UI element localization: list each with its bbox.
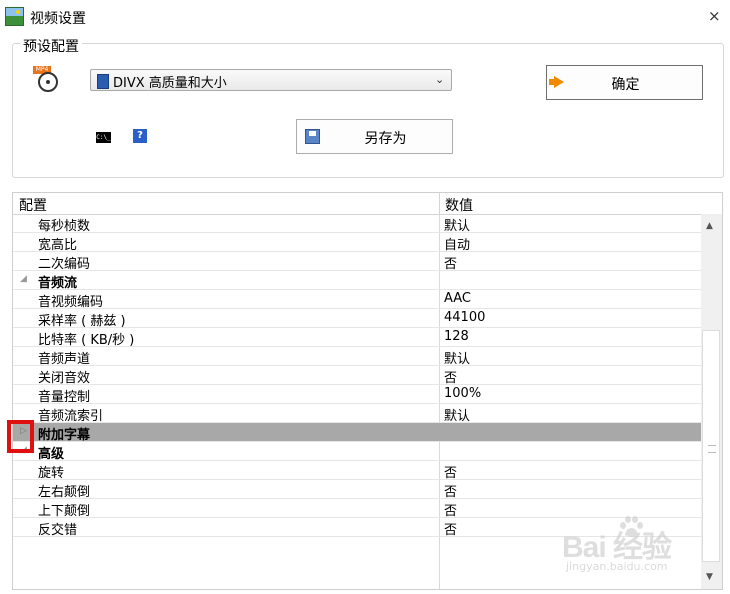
property-name: 比特率 ( KB/秒 ) xyxy=(38,333,135,348)
preset-group xyxy=(12,43,724,178)
chevron-down-icon[interactable]: ⌄ xyxy=(435,73,444,86)
property-row[interactable]: 每秒桢数 默认 xyxy=(13,214,701,234)
property-name: 旋转 xyxy=(38,466,65,481)
watermark-url: jingyan.baidu.com xyxy=(566,560,668,573)
property-row[interactable]: 音频声道 默认 xyxy=(13,347,701,367)
property-name: 音视频编码 xyxy=(38,295,104,310)
grid-header: 配置 数值 xyxy=(13,193,722,215)
column-header-config[interactable]: 配置 xyxy=(19,195,47,215)
property-value[interactable]: 否 xyxy=(444,367,457,386)
property-row[interactable]: 音量控制 100% xyxy=(13,385,701,405)
command-prompt-icon[interactable]: C:\_ xyxy=(96,132,111,143)
expanded-triangle-icon[interactable]: ◢ xyxy=(20,274,27,284)
ok-button[interactable]: 确定 xyxy=(546,65,703,100)
property-value[interactable]: 否 xyxy=(444,481,457,500)
close-icon[interactable]: × xyxy=(708,7,721,25)
help-icon[interactable]: ? xyxy=(133,129,147,143)
column-header-value[interactable]: 数值 xyxy=(445,195,473,215)
app-icon xyxy=(5,7,24,26)
property-value[interactable]: 默认 xyxy=(444,348,470,367)
property-value[interactable]: 128 xyxy=(444,329,469,344)
property-name: 上下颠倒 xyxy=(38,504,91,519)
category-row[interactable]: ◢ 高级 xyxy=(13,442,701,462)
film-icon xyxy=(97,74,109,89)
property-name: 音频流索引 xyxy=(38,409,104,424)
preset-dropdown[interactable]: DIVX 高质量和大小 ⌄ xyxy=(90,69,452,91)
property-name: 音频声道 xyxy=(38,352,91,367)
property-row[interactable]: 旋转 否 xyxy=(13,461,701,481)
property-name: 每秒桢数 xyxy=(38,219,91,234)
category-row[interactable]: ◢ 音频流 xyxy=(13,271,701,291)
property-row[interactable]: 采样率 ( 赫兹 ) 44100 xyxy=(13,309,701,329)
property-name: 音量控制 xyxy=(38,390,91,405)
scrollbar-grip-icon xyxy=(708,445,716,453)
property-name: 音频流 xyxy=(38,276,78,291)
property-value[interactable]: AAC xyxy=(444,291,471,306)
property-row[interactable]: 关闭音效 否 xyxy=(13,366,701,386)
property-value[interactable]: 否 xyxy=(444,462,457,481)
save-as-button-label: 另存为 xyxy=(364,131,407,147)
preset-group-legend: 预设配置 xyxy=(20,36,82,56)
preset-dropdown-value: DIVX 高质量和大小 xyxy=(113,76,227,91)
save-as-button[interactable]: 另存为 xyxy=(296,119,453,154)
property-value[interactable]: 自动 xyxy=(444,234,470,253)
title-bar: 视频设置 × xyxy=(0,0,730,32)
property-name: 采样率 ( 赫兹 ) xyxy=(38,314,126,329)
highlight-box xyxy=(7,420,34,453)
window-title: 视频设置 xyxy=(30,11,86,27)
property-name: 附加字幕 xyxy=(38,428,91,443)
ok-button-label: 确定 xyxy=(611,77,640,93)
property-row[interactable]: 比特率 ( KB/秒 ) 128 xyxy=(13,328,701,348)
property-row[interactable]: 音频流索引 默认 xyxy=(13,404,701,424)
property-name: 二次编码 xyxy=(38,257,91,272)
property-name: 高级 xyxy=(38,447,65,462)
property-row[interactable]: 左右颠倒 否 xyxy=(13,480,701,500)
property-value[interactable]: 44100 xyxy=(444,310,485,325)
column-divider[interactable] xyxy=(439,193,440,214)
property-name: 反交错 xyxy=(38,523,78,538)
property-value[interactable]: 否 xyxy=(444,519,457,538)
property-name: 宽高比 xyxy=(38,238,78,253)
grid-rows: 每秒桢数 默认 宽高比 自动 二次编码否 ◢ 音频流 音视频编码 AAC 采样率 ( 赫兹 ) 44… xyxy=(13,214,701,538)
property-row[interactable]: 宽高比 自动 xyxy=(13,233,701,253)
property-value[interactable]: 默认 xyxy=(444,405,470,424)
property-value[interactable]: 默认 xyxy=(444,215,470,234)
paw-icon xyxy=(620,516,643,538)
mp4-file-icon: MP4 xyxy=(33,66,61,94)
property-row[interactable]: 二次编码 否 xyxy=(13,252,701,272)
property-name: 左右颠倒 xyxy=(38,485,91,500)
baidu-watermark: Bai 经验 jingyan.baidu.com xyxy=(562,516,722,580)
category-row[interactable]: ▷ 附加字幕 xyxy=(13,423,701,443)
property-value[interactable]: 否 xyxy=(444,500,457,519)
property-value[interactable]: 否 xyxy=(444,253,457,272)
property-value[interactable]: 100% xyxy=(444,386,481,401)
property-name: 关闭音效 xyxy=(38,371,91,386)
scroll-up-icon[interactable]: ▲ xyxy=(706,221,713,231)
property-row[interactable]: 音视频编码 AAC xyxy=(13,290,701,310)
